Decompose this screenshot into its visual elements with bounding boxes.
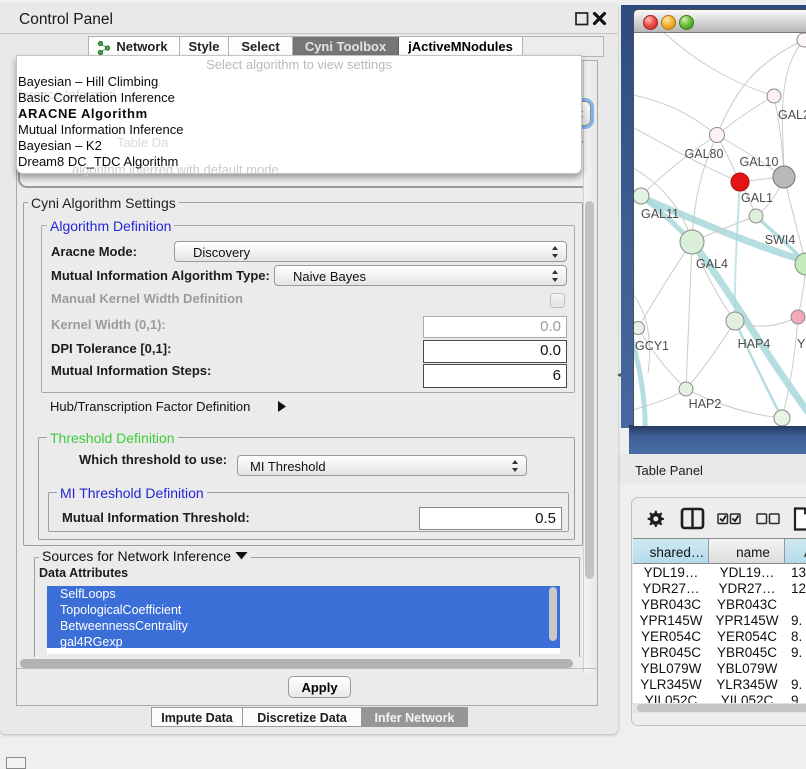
- svg-text:GAL4: GAL4: [696, 257, 728, 271]
- svg-text:GAL11: GAL11: [641, 207, 679, 221]
- svg-text:GAL2: GAL2: [778, 108, 806, 122]
- svg-text:GAL80: GAL80: [685, 147, 724, 161]
- svg-text:YEL: YEL: [797, 337, 806, 351]
- svg-text:GCY1: GCY1: [635, 339, 669, 353]
- svg-text:GAL1: GAL1: [741, 191, 773, 205]
- svg-text:HAP2: HAP2: [689, 397, 722, 411]
- svg-text:GAL10: GAL10: [740, 155, 779, 169]
- svg-text:HAP4: HAP4: [738, 337, 771, 351]
- svg-text:SWI4: SWI4: [765, 233, 796, 247]
